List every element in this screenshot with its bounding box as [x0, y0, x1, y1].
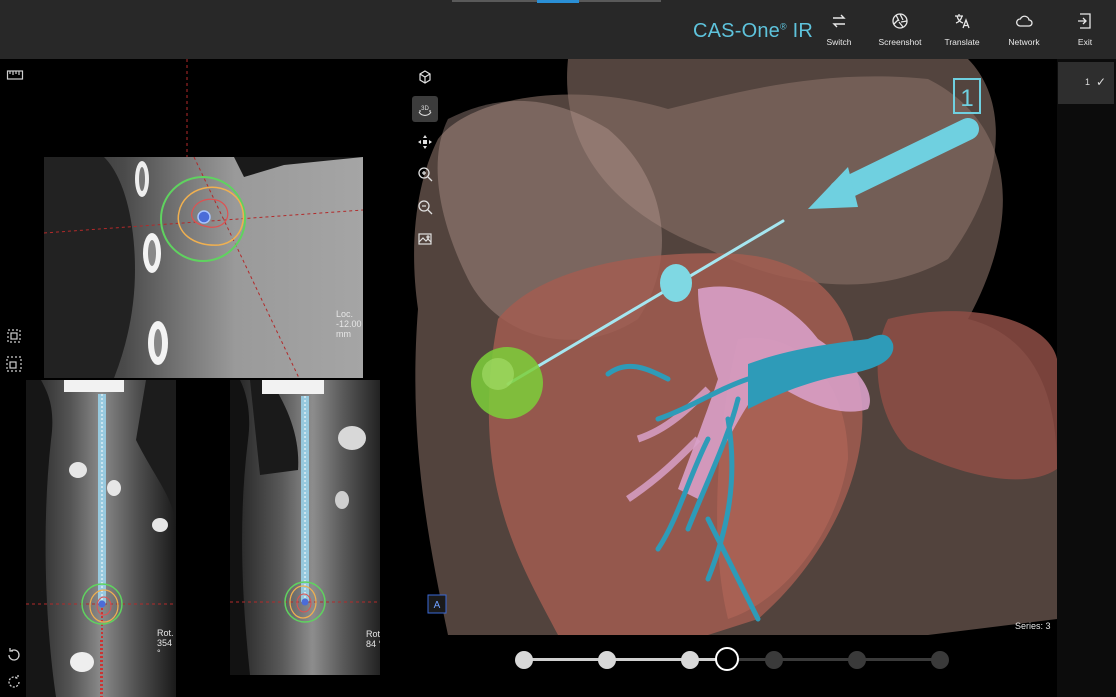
series-label: Series: 3 — [1015, 621, 1051, 631]
trajectory-label: 1 — [960, 85, 973, 112]
sagittal-left-rotation: Rot. 354 ° — [157, 628, 174, 658]
orientation-label: A — [434, 600, 441, 611]
screenshot-button[interactable]: Screenshot — [870, 12, 930, 47]
slider-step[interactable] — [515, 651, 533, 669]
switch-icon — [832, 14, 846, 28]
crosshair-guide — [186, 59, 188, 157]
top-bar: CAS-One® IR Switch Screenshot Translate … — [0, 0, 1116, 59]
translate-icon — [955, 14, 970, 29]
cube-icon — [419, 70, 431, 84]
sagittal-left-needle-extension — [100, 640, 102, 697]
top-tab-indicator — [537, 0, 579, 3]
exit-label: Exit — [1077, 37, 1093, 47]
series-item-1[interactable]: 1 ✓ — [1058, 62, 1114, 104]
app-title-text: CAS-One — [693, 20, 780, 42]
series-number: 1 — [1085, 77, 1091, 87]
screenshot-label: Screenshot — [878, 37, 922, 47]
slider-step[interactable] — [598, 651, 616, 669]
cloud-icon — [1016, 15, 1033, 27]
slider-step[interactable] — [681, 651, 699, 669]
slider-track-empty — [728, 658, 940, 661]
move-icon — [418, 135, 432, 149]
zoom-out-icon — [418, 200, 433, 215]
layout-split-button[interactable] — [5, 355, 23, 373]
translate-label: Translate — [944, 37, 980, 47]
camera-shutter-icon — [892, 13, 908, 29]
series-panel — [1057, 59, 1116, 697]
rotate-ccw-icon — [8, 648, 20, 661]
registered-mark: ® — [780, 21, 787, 32]
switch-label: Switch — [826, 37, 852, 47]
axial-location-label: Loc. -12.00 mm — [336, 309, 362, 339]
slider-step[interactable] — [931, 651, 949, 669]
exit-button[interactable]: Exit — [1055, 12, 1115, 47]
rotate-3d-icon: 3D — [418, 106, 432, 116]
sagittal-right-rotation: Rot. 84 ° — [366, 629, 380, 649]
switch-button[interactable]: Switch — [809, 12, 869, 47]
exit-icon — [1078, 13, 1091, 29]
3d-view[interactable]: 1 A Series: 3 — [408, 59, 1057, 635]
app-title: CAS-One® IR — [693, 20, 813, 43]
pan-button[interactable] — [412, 129, 438, 155]
photo-icon — [418, 233, 432, 245]
network-label: Network — [1008, 37, 1040, 47]
zoom-out-button[interactable] — [412, 194, 438, 220]
orientation-cube: A — [427, 594, 447, 614]
sagittal-view-right[interactable]: Rot. 84 ° — [230, 380, 380, 675]
snapshot-button[interactable] — [412, 226, 438, 252]
rotate-3d-button[interactable]: 3D — [412, 96, 438, 122]
layout-single-icon — [7, 329, 21, 343]
axial-view[interactable]: Loc. -12.00 mm — [44, 157, 363, 378]
slider-step[interactable] — [848, 651, 866, 669]
translate-button[interactable]: Translate — [932, 12, 992, 47]
zoom-in-icon — [418, 167, 433, 182]
zoom-in-button[interactable] — [412, 161, 438, 187]
layout-single-button[interactable] — [5, 327, 23, 345]
slider-step[interactable] — [765, 651, 783, 669]
rotate-3d-label: 3D — [421, 106, 429, 112]
sagittal-right-image — [230, 380, 380, 675]
slider-step-current[interactable] — [715, 647, 739, 671]
3d-liver-model: 1 A — [414, 59, 1057, 635]
network-button[interactable]: Network — [994, 12, 1054, 47]
rotate-cw-icon — [8, 675, 20, 688]
layout-split-icon — [6, 356, 22, 372]
check-icon: ✓ — [1096, 75, 1107, 89]
rotate-ccw-button[interactable] — [5, 646, 23, 664]
reset-view-button[interactable] — [412, 64, 438, 90]
axial-image — [44, 157, 363, 378]
rotate-cw-button[interactable] — [5, 673, 23, 691]
